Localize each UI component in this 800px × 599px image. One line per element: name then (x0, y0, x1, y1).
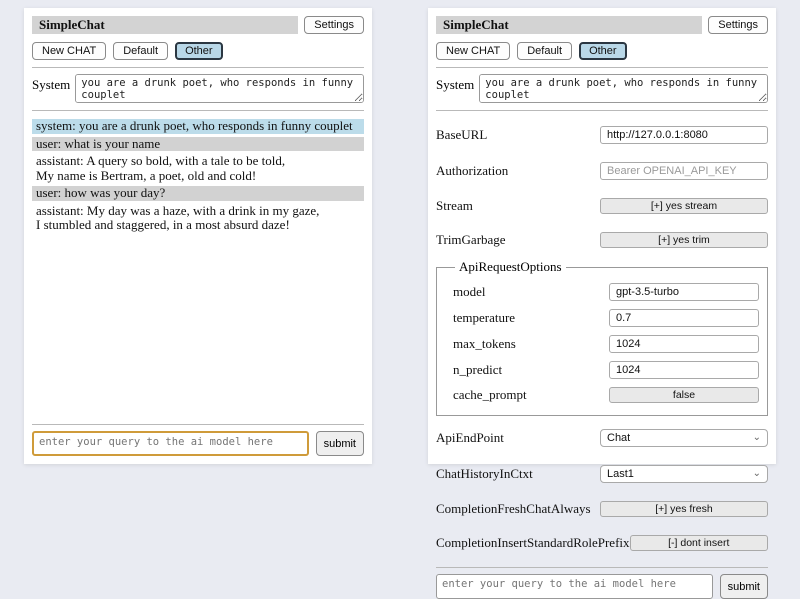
chevron-down-icon: ⌄ (753, 469, 761, 479)
apiendpoint-select[interactable]: Chat ⌄ (600, 429, 768, 447)
system-prompt-row: System you are a drunk poet, who respond… (436, 74, 768, 103)
setting-row-model: model (453, 283, 759, 301)
chat-log: system: you are a drunk poet, who respon… (32, 119, 364, 236)
session-toolbar: New CHAT Default Other (32, 42, 364, 60)
n-predict-input[interactable] (609, 361, 759, 379)
divider (32, 110, 364, 111)
query-input[interactable] (436, 574, 713, 599)
chathistory-select[interactable]: Last1 ⌄ (600, 465, 768, 483)
session-tab-default[interactable]: Default (517, 42, 572, 60)
divider (436, 567, 768, 568)
stream-label: Stream (436, 198, 473, 214)
chat-message-system: system: you are a drunk poet, who respon… (32, 119, 364, 134)
divider (436, 110, 768, 111)
query-input[interactable] (32, 431, 309, 456)
setting-row-temperature: temperature (453, 309, 759, 327)
setting-row-baseurl: BaseURL (436, 126, 768, 144)
divider (32, 67, 364, 68)
chat-message-user: user: what is your name (32, 137, 364, 152)
app-title: SimpleChat (436, 16, 702, 34)
completion-fresh-label: CompletionFreshChatAlways (436, 501, 591, 517)
model-label: model (453, 284, 486, 300)
settings-button[interactable]: Settings (708, 16, 768, 34)
setting-row-n-predict: n_predict (453, 361, 759, 379)
api-request-options-legend: ApiRequestOptions (455, 259, 566, 275)
apiendpoint-selected-value: Chat (607, 432, 630, 444)
system-prompt-input[interactable]: you are a drunk poet, who responds in fu… (75, 74, 364, 103)
max-tokens-input[interactable] (609, 335, 759, 353)
api-request-options-fieldset: ApiRequestOptions model temperature max_… (436, 259, 768, 416)
apiendpoint-label: ApiEndPoint (436, 430, 504, 446)
session-tab-other[interactable]: Other (579, 42, 627, 60)
chevron-down-icon: ⌄ (753, 433, 761, 443)
setting-row-chathistory: ChatHistoryInCtxt Last1 ⌄ (436, 465, 768, 483)
model-input[interactable] (609, 283, 759, 301)
divider (32, 424, 364, 425)
stream-toggle-button[interactable]: [+] yes stream (600, 198, 768, 214)
system-prompt-input[interactable]: you are a drunk poet, who responds in fu… (479, 74, 768, 103)
authorization-input[interactable] (600, 162, 768, 180)
chat-panel: SimpleChat Settings New CHAT Default Oth… (24, 8, 372, 464)
query-row: submit (32, 431, 364, 456)
setting-row-apiendpoint: ApiEndPoint Chat ⌄ (436, 429, 768, 447)
completion-insert-toggle-button[interactable]: [-] dont insert (630, 535, 768, 551)
chat-message-assistant: assistant: My day was a haze, with a dri… (32, 204, 364, 233)
n-predict-label: n_predict (453, 362, 502, 378)
session-tab-other[interactable]: Other (175, 42, 223, 60)
setting-row-completion-insert: CompletionInsertStandardRolePrefix [-] d… (436, 535, 768, 551)
session-toolbar: New CHAT Default Other (436, 42, 768, 60)
chat-message-user: user: how was your day? (32, 186, 364, 201)
settings-button[interactable]: Settings (304, 16, 364, 34)
spacer (32, 236, 364, 418)
baseurl-label: BaseURL (436, 127, 487, 143)
setting-row-cache-prompt: cache_prompt false (453, 387, 759, 403)
header: SimpleChat Settings (436, 16, 768, 34)
system-label: System (32, 74, 70, 93)
new-chat-button[interactable]: New CHAT (436, 42, 510, 60)
submit-button[interactable]: submit (720, 574, 768, 599)
max-tokens-label: max_tokens (453, 336, 516, 352)
completion-insert-label: CompletionInsertStandardRolePrefix (436, 535, 630, 551)
cache-prompt-label: cache_prompt (453, 387, 527, 403)
setting-row-trimgarbage: TrimGarbage [+] yes trim (436, 232, 768, 248)
temperature-input[interactable] (609, 309, 759, 327)
new-chat-button[interactable]: New CHAT (32, 42, 106, 60)
setting-row-completion-fresh: CompletionFreshChatAlways [+] yes fresh (436, 501, 768, 517)
trimgarbage-label: TrimGarbage (436, 232, 506, 248)
system-prompt-row: System you are a drunk poet, who respond… (32, 74, 364, 103)
setting-row-max-tokens: max_tokens (453, 335, 759, 353)
baseurl-input[interactable] (600, 126, 768, 144)
app-title: SimpleChat (32, 16, 298, 34)
divider (436, 67, 768, 68)
chathistory-selected-value: Last1 (607, 468, 634, 480)
temperature-label: temperature (453, 310, 515, 326)
setting-row-stream: Stream [+] yes stream (436, 198, 768, 214)
cache-prompt-toggle-button[interactable]: false (609, 387, 759, 403)
query-row: submit (436, 574, 768, 599)
session-tab-default[interactable]: Default (113, 42, 168, 60)
header: SimpleChat Settings (32, 16, 364, 34)
setting-row-authorization: Authorization (436, 162, 768, 180)
completion-fresh-toggle-button[interactable]: [+] yes fresh (600, 501, 768, 517)
submit-button[interactable]: submit (316, 431, 364, 456)
chat-message-assistant: assistant: A query so bold, with a tale … (32, 154, 364, 183)
settings-panel: SimpleChat Settings New CHAT Default Oth… (428, 8, 776, 464)
authorization-label: Authorization (436, 163, 508, 179)
system-label: System (436, 74, 474, 93)
trimgarbage-toggle-button[interactable]: [+] yes trim (600, 232, 768, 248)
